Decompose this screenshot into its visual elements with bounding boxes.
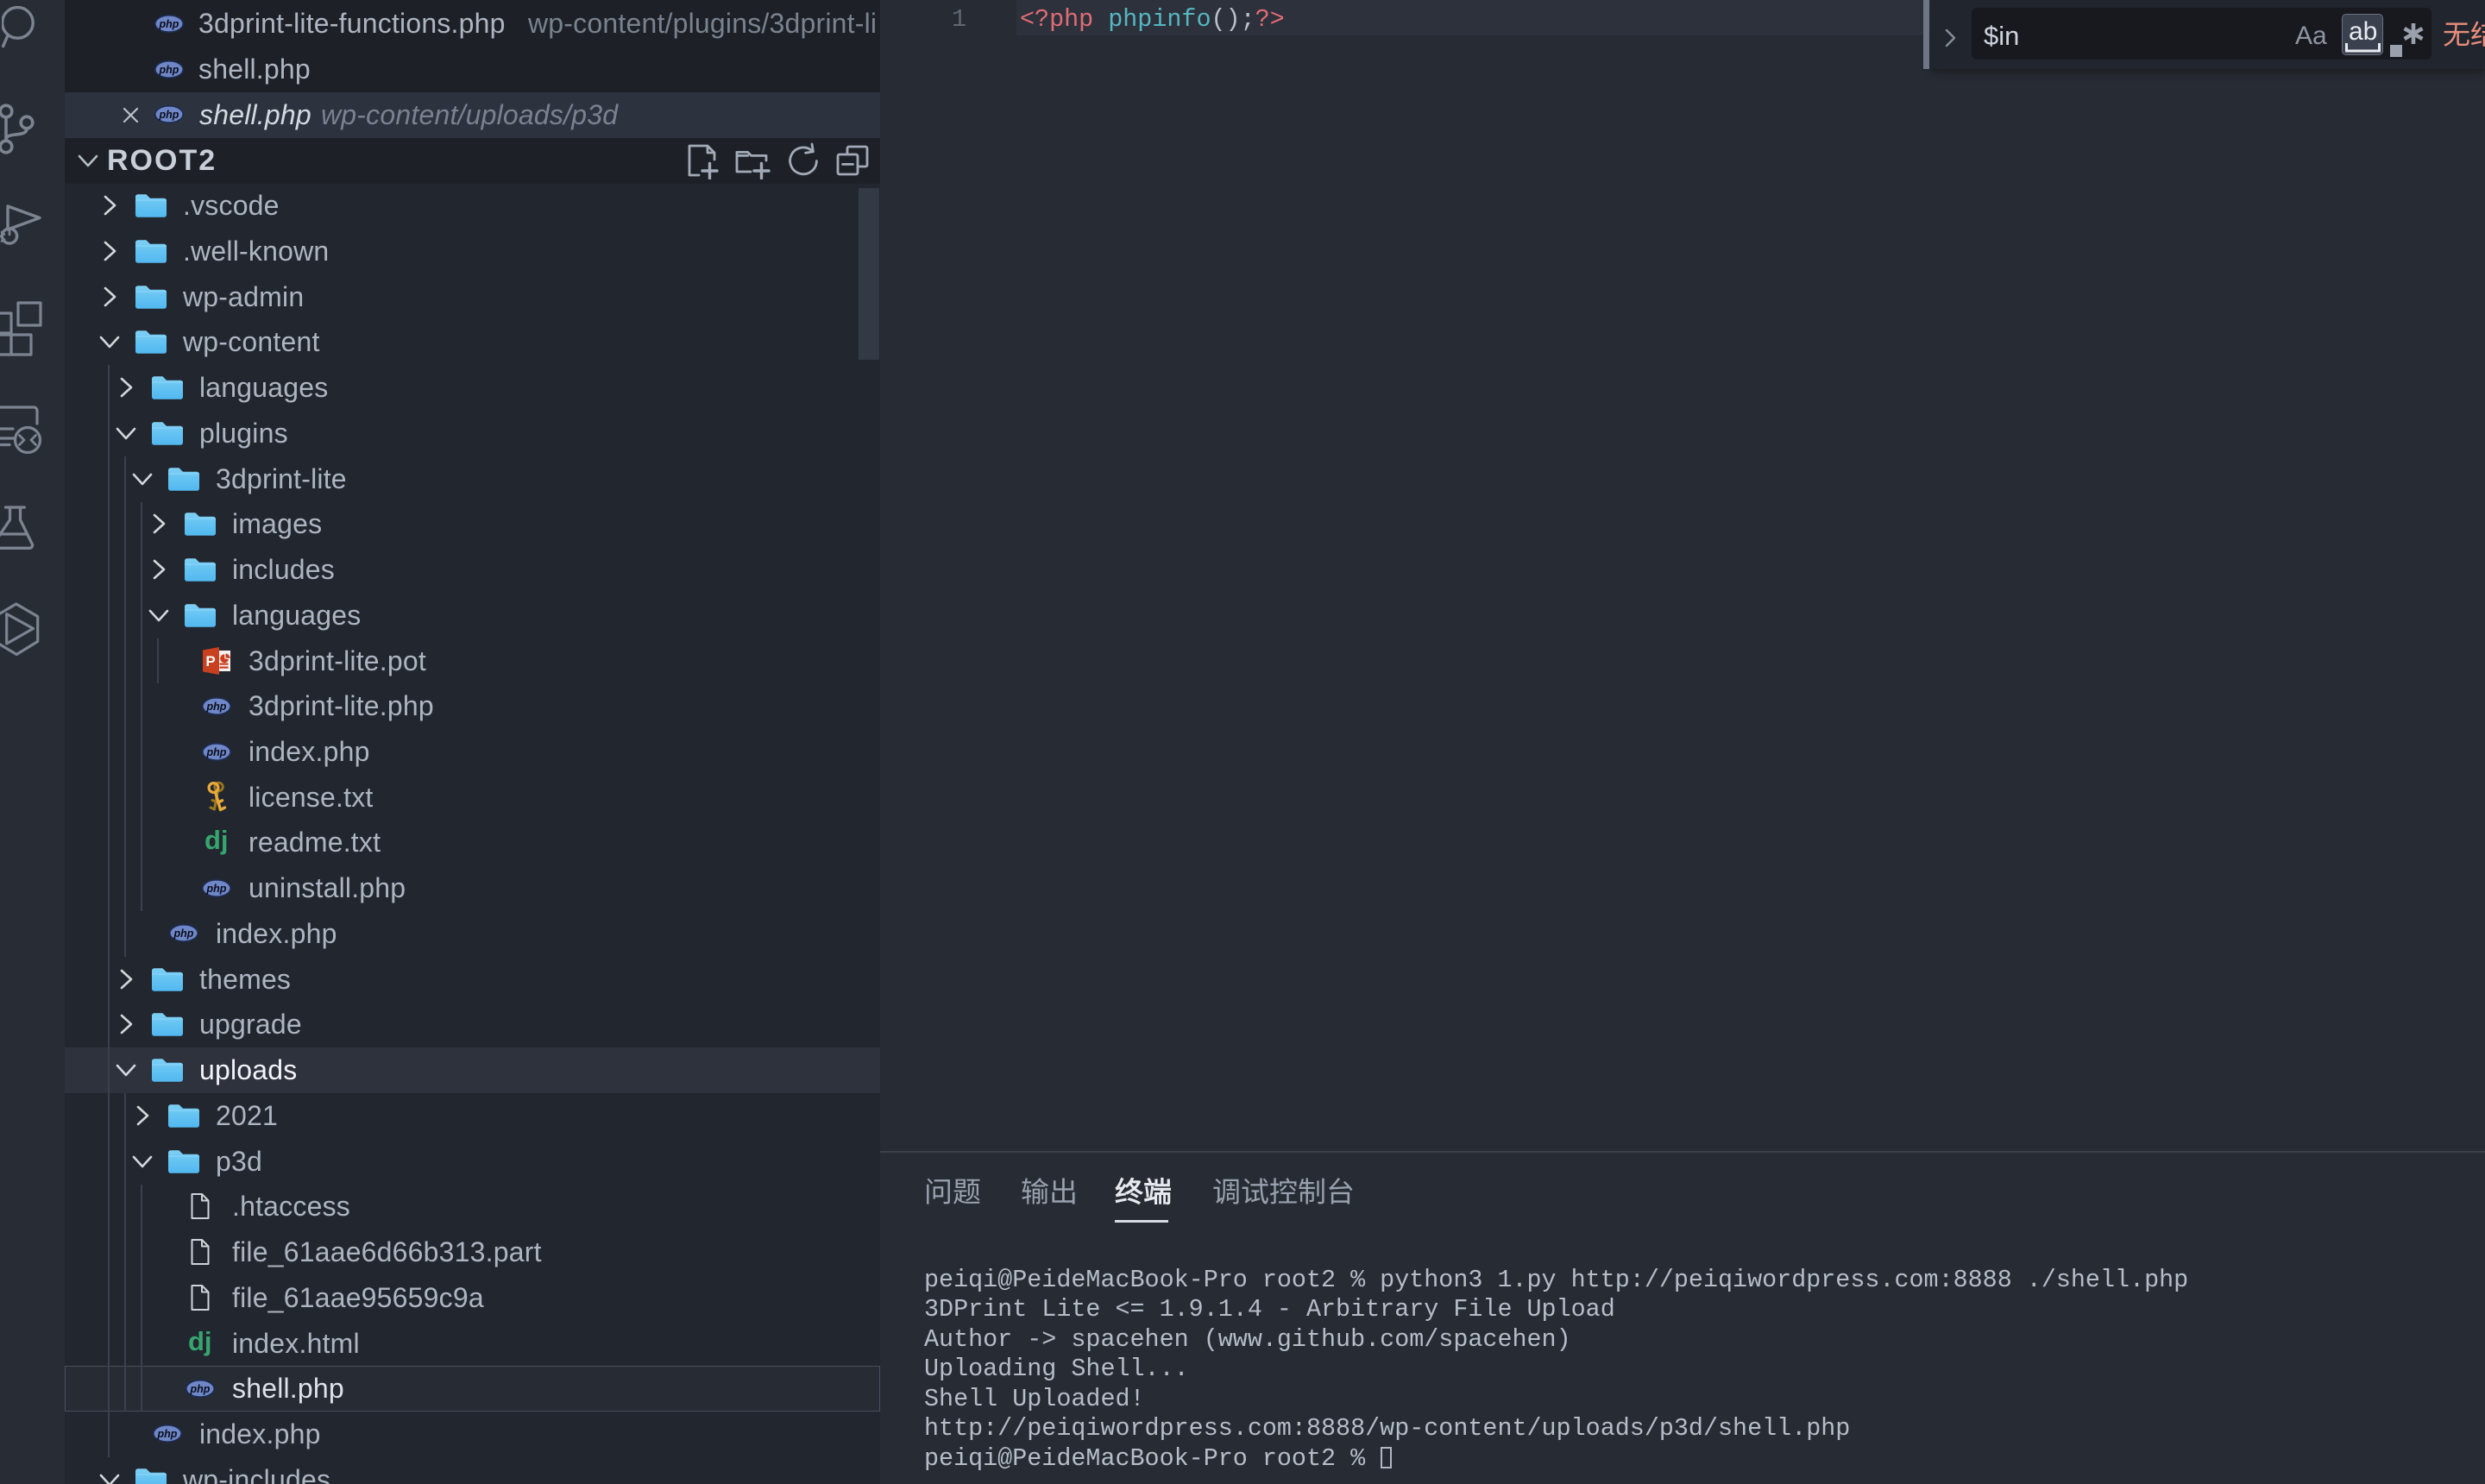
svg-text:php: php: [157, 1428, 178, 1440]
svg-text:php: php: [206, 746, 227, 758]
svg-text:php: php: [173, 928, 194, 940]
svg-text:php: php: [206, 883, 227, 895]
svg-text:php: php: [159, 18, 179, 30]
svg-text:php: php: [190, 1383, 211, 1395]
svg-text:P: P: [205, 653, 215, 670]
svg-text:php: php: [159, 64, 179, 76]
svg-text:php: php: [206, 701, 227, 713]
svg-text:php: php: [159, 109, 179, 121]
